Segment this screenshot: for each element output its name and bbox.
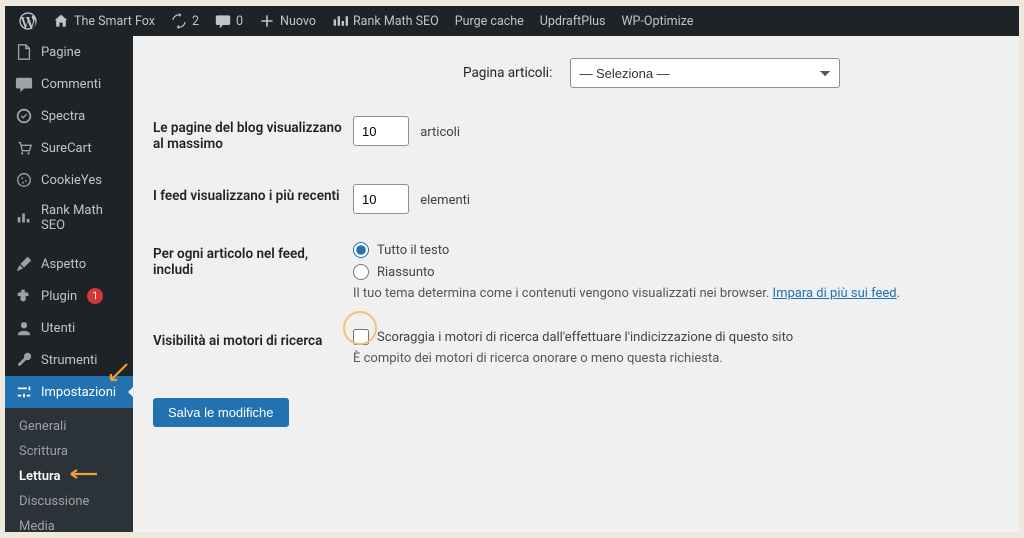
submenu-media[interactable]: Media [5, 514, 133, 532]
updates-count: 2 [192, 14, 199, 29]
feed-recent-label: I feed visualizzano i più recenti [153, 188, 340, 204]
wordpress-icon [19, 12, 37, 30]
menu-tools[interactable]: Strumenti [5, 344, 133, 376]
seo-discourage-checkbox[interactable] [353, 329, 369, 345]
menu-users[interactable]: Utenti [5, 312, 133, 344]
plus-icon [259, 13, 275, 29]
feed-learn-more-link[interactable]: Impara di più sui feed [773, 286, 897, 301]
blog-max-label: Le pagine del blog visualizzano al massi… [153, 120, 342, 152]
feed-include-label: Per ogni articolo nel feed, includi [153, 246, 308, 278]
feed-recent-unit: elementi [420, 193, 470, 208]
feed-full-label: Tutto il testo [377, 243, 449, 258]
pages-icon [15, 43, 33, 61]
feed-full-radio[interactable] [353, 242, 369, 258]
chart-bar-icon [15, 209, 33, 227]
adminbar-purge-cache[interactable]: Purge cache [447, 6, 532, 36]
annotation-arrow-reading [65, 468, 99, 480]
update-icon [171, 13, 187, 29]
feed-recent-input[interactable] [353, 184, 409, 214]
chart-bar-icon [332, 13, 348, 29]
adminbar-new[interactable]: Nuovo [251, 6, 324, 36]
posts-page-select[interactable]: — Seleziona — [570, 58, 840, 88]
new-label: Nuovo [280, 14, 316, 29]
menu-rankmath[interactable]: Rank Math SEO [5, 196, 133, 240]
adminbar-updraftplus[interactable]: UpdraftPlus [532, 6, 614, 36]
feed-summary-label: Riassunto [377, 265, 435, 280]
menu-cookieyes[interactable]: CookieYes [5, 164, 133, 196]
submenu-discussion[interactable]: Discussione [5, 489, 133, 514]
seo-description: È compito dei motori di ricerca onorare … [353, 351, 989, 366]
cookie-icon [15, 171, 33, 189]
brush-icon [15, 255, 33, 273]
menu-pages[interactable]: Pagine [5, 36, 133, 68]
adminbar-wpoptimize[interactable]: WP-Optimize [613, 6, 701, 36]
site-name-text: The Smart Fox [74, 14, 155, 29]
save-button[interactable]: Salva le modifiche [153, 398, 289, 427]
menu-spectra[interactable]: Spectra [5, 100, 133, 132]
cart-icon [15, 139, 33, 157]
settings-submenu: Generali Scrittura Lettura Discussione M… [5, 408, 133, 532]
adminbar-site-name[interactable]: The Smart Fox [45, 6, 163, 36]
feed-summary-radio[interactable] [353, 264, 369, 280]
menu-comments[interactable]: Commenti [5, 68, 133, 100]
home-icon [53, 13, 69, 29]
adminbar-updates[interactable]: 2 [163, 6, 207, 36]
menu-settings[interactable]: Impostazioni [5, 376, 133, 408]
admin-sidebar: Pagine Commenti Spectra SureCart CookieY… [5, 36, 133, 532]
spectra-icon [15, 107, 33, 125]
admin-toolbar: The Smart Fox 2 0 Nuovo Rank Math SEO Pu… [5, 6, 1019, 36]
blog-max-input[interactable] [353, 116, 409, 146]
comments-count: 0 [236, 14, 243, 29]
feed-description: Il tuo tema determina come i contenuti v… [353, 286, 989, 301]
sliders-icon [15, 383, 33, 401]
wrench-icon [15, 351, 33, 369]
submenu-general[interactable]: Generali [5, 414, 133, 439]
plugin-update-badge: 1 [87, 288, 103, 304]
posts-page-label: Pagina articoli: [463, 65, 562, 81]
plugin-icon [15, 287, 33, 305]
comment-icon [215, 13, 231, 29]
blog-max-unit: articoli [420, 125, 460, 140]
menu-surecart[interactable]: SureCart [5, 132, 133, 164]
adminbar-comments[interactable]: 0 [207, 6, 251, 36]
adminbar-rankmath[interactable]: Rank Math SEO [324, 6, 447, 36]
user-icon [15, 319, 33, 337]
submenu-writing[interactable]: Scrittura [5, 439, 133, 464]
wp-logo[interactable] [11, 6, 45, 36]
menu-plugins[interactable]: Plugin 1 [5, 280, 133, 312]
seo-visibility-label: Visibilità ai motori di ricerca [153, 333, 322, 349]
settings-reading-content: Pagina articoli: — Seleziona — Le pagine… [133, 36, 1019, 532]
submenu-reading[interactable]: Lettura [5, 464, 133, 489]
menu-appearance[interactable]: Aspetto [5, 248, 133, 280]
seo-checkbox-label: Scoraggia i motori di ricerca dall'effet… [377, 330, 793, 345]
comment-icon [15, 75, 33, 93]
